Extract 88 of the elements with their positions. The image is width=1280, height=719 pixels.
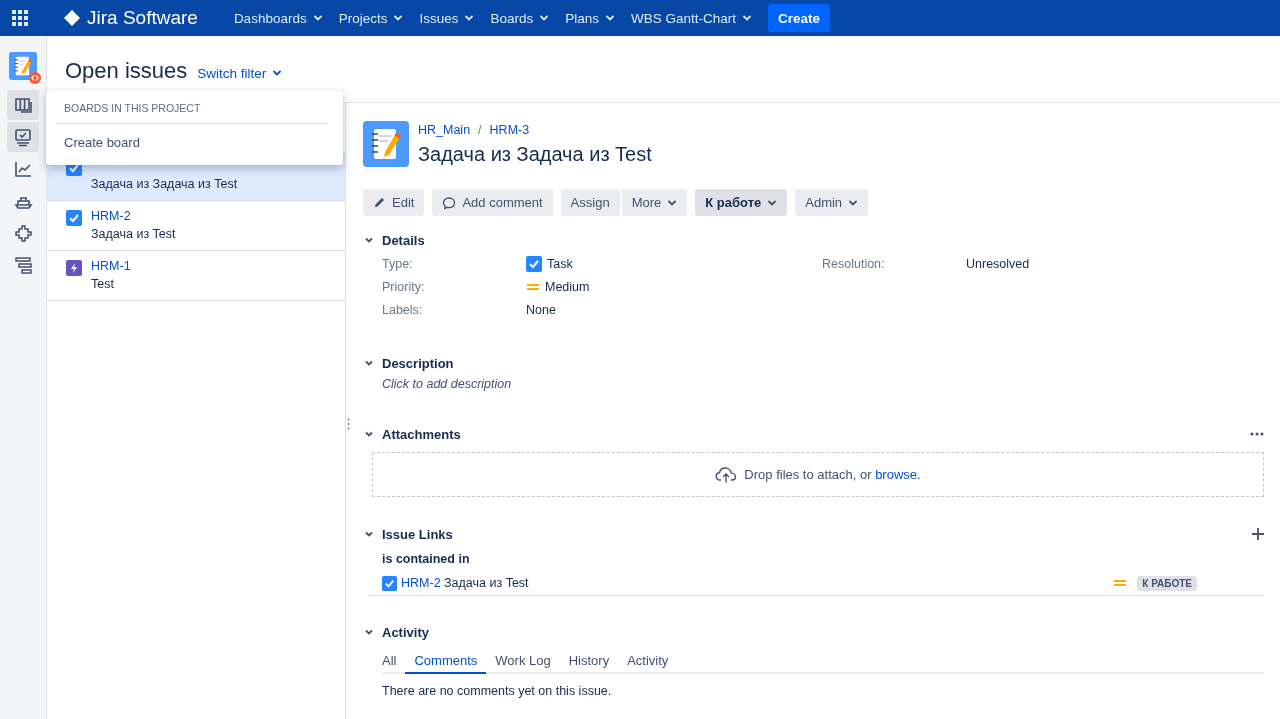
resize-handle-icon[interactable] (347, 418, 350, 430)
chevron-down-icon (464, 13, 475, 23)
field-label: Resolution: (822, 257, 886, 271)
chart-icon (13, 159, 33, 179)
switch-filter-link[interactable]: Switch filter (197, 57, 283, 81)
diamond-logo-icon (63, 9, 81, 27)
section-heading: Issue Links (382, 526, 453, 542)
breadcrumb-link[interactable]: HRM-3 (489, 122, 530, 137)
chevron-down-icon (364, 235, 374, 245)
nav-menu[interactable]: Dashboards (227, 3, 329, 33)
sidebar-item[interactable] (7, 122, 39, 152)
action-button[interactable]: Add comment (432, 189, 553, 216)
more-icon[interactable] (1250, 432, 1264, 436)
field-label: Type: (382, 257, 414, 271)
chevron-down-icon (393, 13, 404, 23)
status-button[interactable]: К работе (695, 189, 788, 216)
page-title: Open issues (65, 57, 188, 84)
field-value: Task (547, 257, 573, 271)
activity-tab[interactable]: Activity (618, 649, 678, 674)
section-heading: Activity (382, 624, 429, 640)
empty-comments-message: There are no comments yet on this issue. (382, 683, 613, 698)
chevron-down-icon (364, 358, 374, 368)
field-value: None (526, 303, 556, 317)
chevron-down-icon (364, 429, 374, 439)
issue-summary: Задача из Задача из Test (91, 177, 238, 191)
linked-issue: HRM-2 Задача из Test (401, 576, 530, 590)
issue-key: HRM-1 (91, 258, 131, 275)
browse-link[interactable]: browse. (875, 467, 921, 482)
chevron-down-icon (742, 13, 753, 23)
breadcrumb-link[interactable]: HR_Main (418, 122, 471, 137)
breadcrumb-separator: / (478, 122, 482, 137)
add-icon[interactable] (1252, 528, 1264, 540)
app-switcher-icon[interactable] (10, 8, 30, 28)
chevron-down-icon (364, 529, 374, 539)
gantt-icon (13, 255, 33, 275)
status-lozenge: К РАБОТЕ (1137, 575, 1197, 591)
popup-heading: BOARDS IN THIS PROJECT (56, 98, 328, 124)
nav-menu[interactable]: Boards (484, 3, 556, 33)
project-avatar-icon (363, 121, 409, 167)
field-value: Unresolved (966, 257, 1030, 271)
board-icon (13, 95, 33, 115)
chevron-down-icon (605, 13, 616, 23)
puzzle-icon (13, 223, 33, 243)
description-placeholder[interactable]: Click to add description (382, 373, 1264, 391)
action-button[interactable]: Admin (795, 189, 869, 216)
action-button[interactable]: Edit (363, 189, 425, 216)
section-heading: Attachments (382, 426, 461, 442)
priority-medium-icon (526, 282, 540, 292)
nav-menu[interactable]: Plans (559, 3, 622, 33)
activity-tab[interactable]: All (382, 649, 406, 674)
lightning-icon (66, 260, 82, 276)
comment-icon (442, 195, 457, 210)
nav-menu[interactable]: Issues (413, 3, 481, 33)
chevron-down-icon (272, 68, 283, 78)
issue-summary: Задача из Test (91, 227, 176, 241)
chevron-down-icon (364, 627, 374, 637)
field-label: Priority: (382, 280, 426, 294)
code-badge-icon (29, 72, 41, 84)
issue-key: HRM-2 (91, 208, 176, 225)
task-icon (526, 256, 542, 272)
cloud-upload-icon (715, 465, 738, 484)
task-icon (66, 210, 82, 226)
activity-tab[interactable]: History (559, 649, 619, 674)
task-icon (382, 575, 397, 591)
priority-medium-icon (1113, 578, 1128, 588)
linked-issue-key[interactable]: HRM-2 (401, 576, 441, 590)
section-heading: Details (382, 232, 425, 248)
sidebar-item[interactable] (7, 90, 39, 120)
issue-title: Задача из Задача из Test (418, 142, 652, 166)
create-button[interactable]: Create (768, 4, 831, 32)
product-name[interactable]: Jira Software (87, 7, 198, 29)
issue-summary: Test (91, 277, 115, 291)
nav-menu[interactable]: Projects (332, 3, 410, 33)
field-value: Medium (545, 280, 590, 294)
chevron-down-icon (539, 13, 550, 23)
section-heading: Description (382, 355, 454, 371)
activity-tab[interactable]: Comments (405, 649, 487, 674)
action-button[interactable]: More (621, 189, 688, 216)
action-button[interactable]: Assign (560, 189, 620, 216)
issues-icon (13, 127, 33, 147)
chevron-down-icon (312, 13, 323, 23)
pencil-icon (373, 196, 386, 209)
activity-tab[interactable]: Work Log (486, 649, 560, 674)
field-label: Labels: (382, 303, 424, 317)
nav-menu[interactable]: WBS Gantt-Chart (625, 3, 759, 33)
drop-files-text: Drop files to attach, or browse. (744, 467, 921, 482)
drop-zone[interactable]: Drop files to attach, or browse. (372, 452, 1264, 497)
link-relation: is contained in (382, 551, 471, 566)
